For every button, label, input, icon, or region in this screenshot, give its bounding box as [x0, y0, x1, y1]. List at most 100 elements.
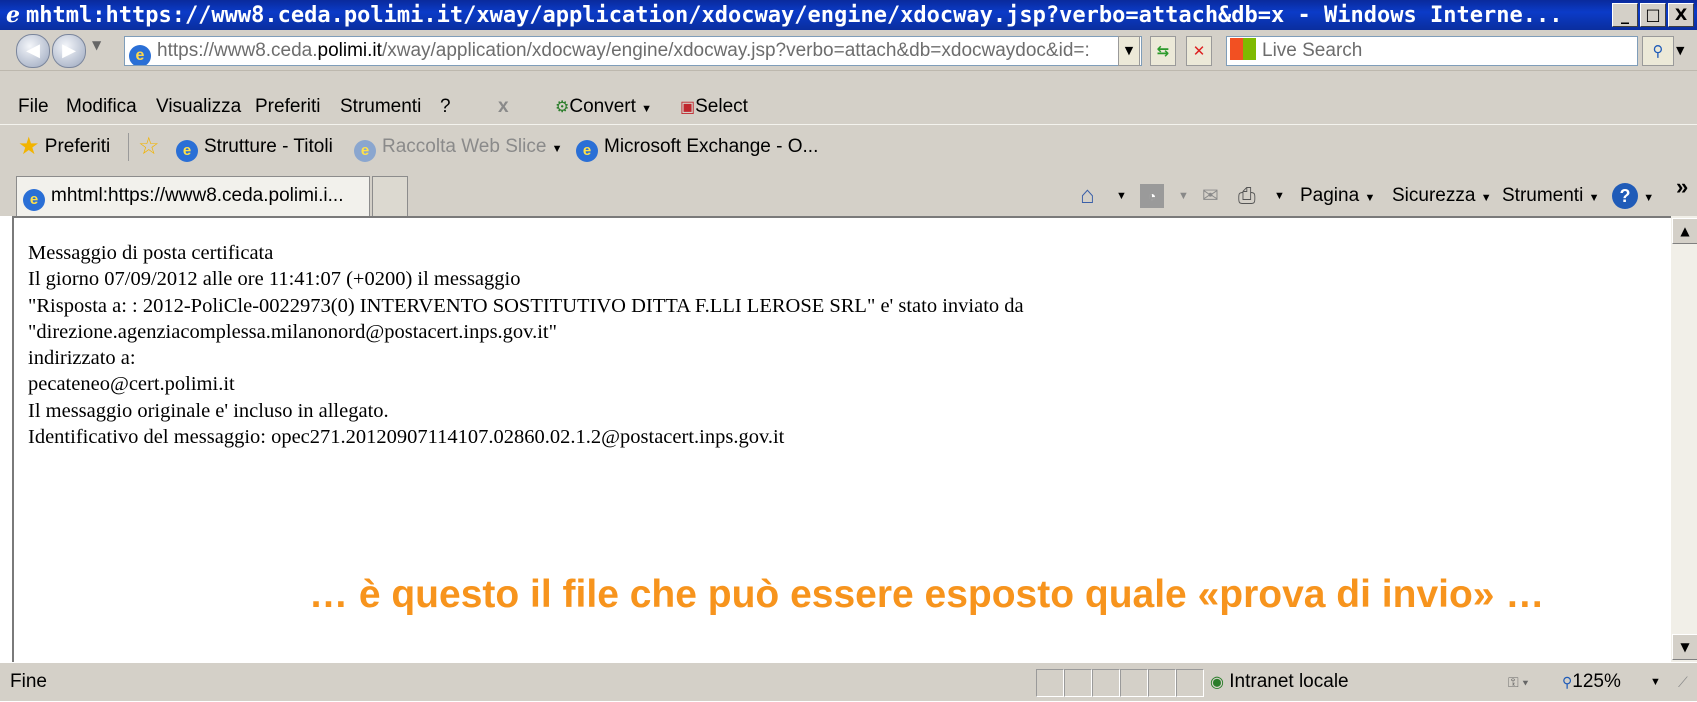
live-search-logo-icon — [1230, 38, 1256, 60]
add-favorite-button[interactable]: ☆ — [138, 125, 160, 169]
maximize-button[interactable]: □ — [1640, 3, 1666, 27]
convert-label: Convert — [569, 96, 636, 117]
web-slice-dropdown-icon: ▼ — [551, 143, 563, 155]
tab-bar: e mhtml:https://www8.ceda.polimi.i... ⌂ ▼… — [0, 168, 1697, 217]
convert-icon: ⚙ — [555, 99, 570, 116]
search-magnifier-icon[interactable]: ⚲ — [1642, 36, 1674, 66]
search-options-icon[interactable]: ▼ — [1676, 44, 1684, 57]
protected-mode-icon[interactable]: ⚿ ▾ — [1508, 663, 1528, 701]
menu-visualizza[interactable]: Visualizza — [156, 90, 241, 124]
menu-help[interactable]: ? — [440, 90, 451, 124]
favorite-microsoft-exchange[interactable]: e Microsoft Exchange - O... — [576, 125, 818, 169]
menu-file[interactable]: File — [18, 90, 49, 124]
ie-logo-icon: e — [6, 2, 20, 28]
status-text: Fine — [10, 671, 47, 692]
convert-dropdown-icon: ▼ — [641, 103, 653, 115]
help-icon: ? — [1612, 182, 1638, 209]
menu-modifica[interactable]: Modifica — [66, 90, 137, 124]
zoom-icon: ⚲ — [1562, 674, 1573, 690]
url-path: /xway/application/xdocway/engine/xdocway… — [381, 40, 1090, 61]
tab-ie-icon: e — [23, 189, 45, 211]
address-input[interactable]: e https://www8.ceda.polimi.it/xway/applic… — [124, 36, 1142, 66]
status-panel — [1036, 669, 1064, 697]
back-button[interactable]: ◀ — [16, 34, 50, 68]
favorites-separator — [128, 133, 129, 161]
toolbar-spacer — [0, 71, 1697, 90]
sicurezza-label: Sicurezza — [1392, 185, 1476, 206]
intranet-zone-icon: ◉ — [1210, 674, 1224, 691]
new-tab-button[interactable] — [372, 176, 408, 217]
message-line: Messaggio di posta certificata — [28, 242, 274, 264]
select-button[interactable]: ▣Select — [680, 90, 748, 125]
page-ie-icon: e — [129, 45, 151, 65]
ie-page-icon: e — [576, 140, 598, 162]
address-toolbar: ◀ ▶ ▼ e https://www8.ceda.polimi.it/xway/… — [0, 30, 1697, 71]
refresh-icon[interactable]: ⇆ — [1150, 36, 1176, 66]
search-placeholder: Live Search — [1262, 40, 1363, 61]
zoom-dropdown-icon[interactable]: ▼ — [1650, 663, 1661, 701]
certified-mail-message: Messaggio di posta certificata Il giorno… — [28, 240, 1024, 450]
favorite-label: Raccolta Web Slice — [382, 136, 547, 157]
ie-page-icon: e — [176, 140, 198, 162]
tab-active[interactable]: e mhtml:https://www8.ceda.polimi.i... — [16, 176, 370, 217]
add-favorite-icon: ☆ — [138, 133, 160, 160]
status-panel — [1120, 669, 1148, 697]
status-panel — [1148, 669, 1176, 697]
minimize-button[interactable]: _ — [1612, 3, 1638, 27]
menu-strumenti[interactable]: Strumenti — [340, 90, 421, 124]
favorite-raccolta-web-slice[interactable]: e Raccolta Web Slice ▼ — [354, 125, 563, 171]
window-title: mhtml:https://www8.ceda.polimi.it/xway/a… — [26, 3, 1563, 28]
scroll-up-icon[interactable]: ▲ — [1672, 218, 1697, 244]
favorite-label: Strutture - Titoli — [204, 136, 333, 157]
menu-close-button[interactable]: x — [498, 90, 509, 124]
title-bar: e mhtml:https://www8.ceda.polimi.it/xway/… — [0, 0, 1697, 30]
message-line: Il giorno 07/09/2012 alle ore 11:41:07 (… — [28, 268, 521, 291]
zone-label: Intranet locale — [1229, 671, 1349, 692]
web-slice-icon: e — [354, 140, 376, 162]
strumenti-dropdown-icon: ▼ — [1588, 192, 1600, 204]
status-panel — [1176, 669, 1204, 697]
favorites-button[interactable]: ★ Preferiti — [18, 125, 110, 169]
security-zone[interactable]: ◉ Intranet locale — [1210, 663, 1349, 702]
message-line: pecateneo@cert.polimi.it — [28, 373, 235, 396]
message-line: indirizzato a: — [28, 347, 136, 370]
resize-grip-icon[interactable]: ⟋ — [1678, 663, 1688, 701]
scroll-down-icon[interactable]: ▼ — [1672, 634, 1697, 660]
favorite-label: Microsoft Exchange - O... — [604, 136, 819, 157]
rss-icon: ◔ — [1140, 183, 1164, 208]
status-panel — [1092, 669, 1120, 697]
annotation-caption: … è questo il file che può essere espost… — [309, 573, 1545, 616]
vertical-scrollbar[interactable]: ▲ ▼ — [1671, 216, 1697, 662]
close-window-button[interactable]: X — [1668, 3, 1694, 27]
message-line: Identificativo del messaggio: opec271.20… — [28, 426, 785, 449]
help-dropdown-icon: ▼ — [1643, 192, 1655, 204]
menu-preferiti[interactable]: Preferiti — [255, 90, 320, 124]
select-icon: ▣ — [680, 99, 696, 116]
pagina-label: Pagina — [1300, 185, 1360, 206]
tab-label: mhtml:https://www8.ceda.polimi.i... — [51, 185, 344, 206]
favorites-bar: ★ Preferiti ☆ e Strutture - Titoli e Racco… — [0, 124, 1697, 170]
favorites-star-icon: ★ — [18, 133, 40, 160]
pagina-dropdown-icon: ▼ — [1364, 192, 1376, 204]
select-label: Select — [695, 96, 748, 117]
search-input[interactable]: Live Search — [1226, 36, 1638, 66]
convert-button[interactable]: ⚙Convert ▼ — [555, 90, 652, 126]
zoom-control[interactable]: ⚲125% — [1562, 663, 1621, 701]
sicurezza-dropdown-icon: ▼ — [1480, 192, 1492, 204]
status-bar: Fine ◉ Intranet locale ⚿ ▾ ⚲125% ▼ ⟋ — [0, 662, 1697, 701]
url-prefix: https://www8.ceda. — [157, 40, 318, 61]
zoom-level: 125% — [1572, 671, 1621, 692]
forward-button[interactable]: ▶ — [52, 34, 86, 68]
more-commands-icon[interactable]: » — [1676, 174, 1688, 200]
message-line: "direzione.agenziacomplessa.milanonord@p… — [28, 320, 557, 343]
stop-icon[interactable]: ✕ — [1186, 36, 1212, 66]
status-panel — [1064, 669, 1092, 697]
favorite-strutture-titoli[interactable]: e Strutture - Titoli — [176, 125, 333, 169]
message-line: "Risposta a: : 2012-PoliCle-0022973(0) I… — [28, 294, 1024, 317]
history-dropdown-icon[interactable]: ▼ — [92, 38, 101, 52]
menu-bar: File Modifica Visualizza Preferiti Strum… — [0, 90, 1697, 124]
url-domain: polimi.it — [317, 40, 382, 61]
message-line: Il messaggio originale e' incluso in all… — [28, 399, 389, 422]
address-dropdown-icon[interactable]: ▼ — [1118, 36, 1140, 66]
favorites-label: Preferiti — [44, 136, 111, 157]
